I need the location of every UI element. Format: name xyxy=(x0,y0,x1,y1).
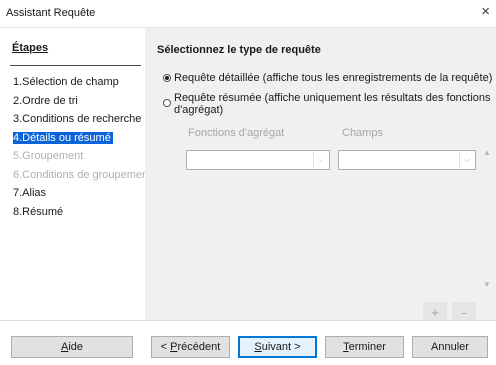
steps-panel: Étapes 1.Sélection de champ 2.Ordre de t… xyxy=(0,28,151,320)
detailed-query-radio[interactable] xyxy=(163,74,171,82)
page-title: Sélectionnez le type de requête xyxy=(157,44,321,56)
aggregate-functions-label: Fonctions d'agrégat xyxy=(188,127,285,139)
help-button[interactable]: Aide xyxy=(11,336,133,358)
aggregate-function-select[interactable]: ⌵ xyxy=(186,150,330,170)
step-item-field-selection[interactable]: 1.Sélection de champ xyxy=(13,74,151,93)
window-title: Assistant Requête xyxy=(6,7,96,19)
summary-query-label: Requête résumée (affiche uniquement les … xyxy=(174,92,491,116)
detailed-query-option[interactable]: Requête détaillée (affiche tous les enre… xyxy=(163,72,492,84)
step-item-search-conditions[interactable]: 3.Conditions de recherche xyxy=(13,111,151,130)
next-button[interactable]: Suivant > xyxy=(238,336,317,358)
scroll-up-icon[interactable]: ▲ xyxy=(483,148,491,157)
previous-button[interactable]: < Précédent xyxy=(151,336,230,358)
step-item-grouping-conditions: 6.Conditions de groupement xyxy=(13,168,152,181)
step-item-details-summary[interactable]: 4.Détails ou résumé xyxy=(13,130,151,149)
cancel-button[interactable]: Annuler xyxy=(412,336,488,358)
finish-button[interactable]: Terminer xyxy=(325,336,404,358)
close-icon[interactable]: × xyxy=(481,3,490,20)
summary-query-option[interactable]: Requête résumée (affiche uniquement les … xyxy=(163,92,491,116)
step-item-aliases[interactable]: 7.Alias xyxy=(13,185,151,204)
chevron-down-icon: ⌵ xyxy=(459,152,474,168)
summary-query-radio[interactable] xyxy=(163,99,171,107)
steps-list: 1.Sélection de champ 2.Ordre de tri 3.Co… xyxy=(13,74,151,222)
steps-heading: Étapes xyxy=(12,42,49,54)
steps-divider xyxy=(10,65,141,66)
fields-label: Champs xyxy=(342,127,383,139)
step-item-grouping: 5.Groupement xyxy=(13,150,84,162)
detailed-query-label: Requête détaillée (affiche tous les enre… xyxy=(174,72,493,84)
chevron-down-icon: ⌵ xyxy=(313,152,328,168)
field-select[interactable]: ⌵ xyxy=(338,150,476,170)
title-bar: Assistant Requête × xyxy=(0,0,496,28)
button-bar: Aide < Précédent Suivant > Terminer Annu… xyxy=(0,320,496,365)
scroll-down-icon[interactable]: ▼ xyxy=(483,280,491,289)
main-panel: Sélectionnez le type de requête Requête … xyxy=(145,28,496,324)
step-item-overview[interactable]: 8.Résumé xyxy=(13,204,151,223)
step-item-sort-order[interactable]: 2.Ordre de tri xyxy=(13,93,151,112)
